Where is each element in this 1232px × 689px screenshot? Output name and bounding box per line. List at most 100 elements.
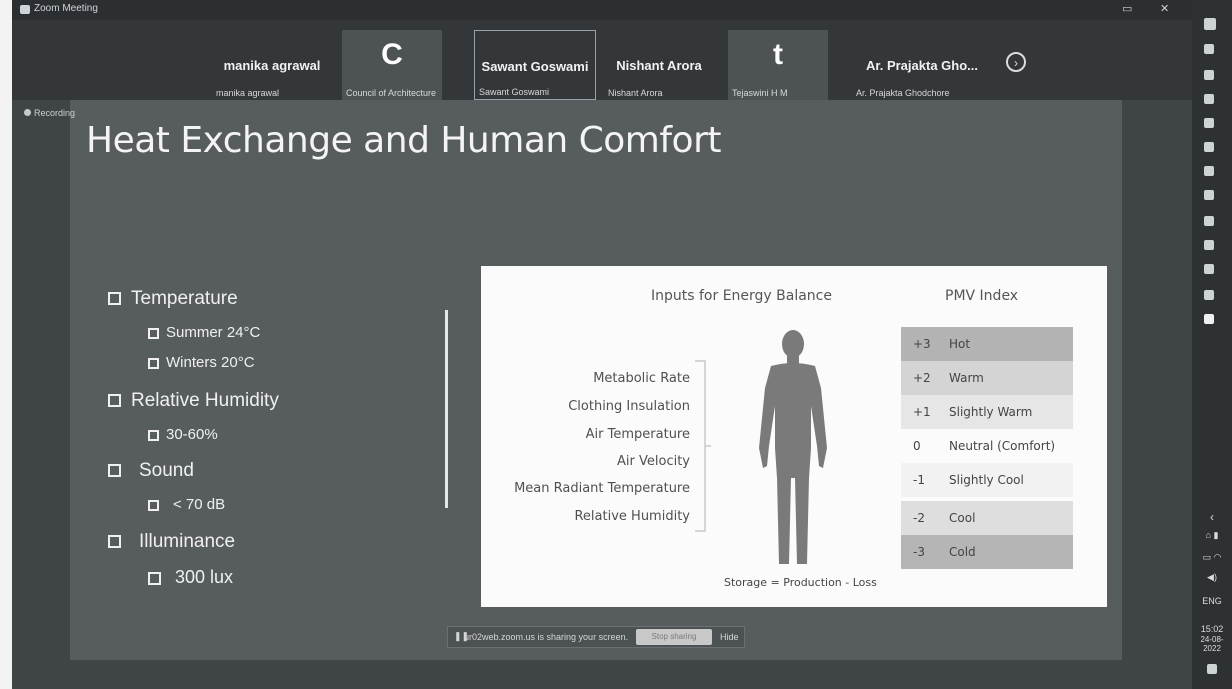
windows-taskbar: ‹ ⌂ ▮ ▭ ◠ ◀) ENG 15:02 24-08-2022 xyxy=(1192,0,1232,689)
input-item: Air Temperature xyxy=(585,427,690,442)
taskbar-app-icon[interactable] xyxy=(1204,190,1214,200)
next-participants-icon[interactable]: › xyxy=(1006,52,1026,72)
pmv-label: Slightly Cool xyxy=(949,473,1024,487)
taskbar-app-icon[interactable] xyxy=(1204,70,1214,80)
participant-name: Sawant Goswami xyxy=(481,59,589,74)
bullet-text: 30-60% xyxy=(166,426,218,443)
taskbar-app-icon[interactable] xyxy=(1204,216,1214,226)
taskbar-app-icon[interactable] xyxy=(1204,290,1214,300)
input-item: Mean Radiant Temperature xyxy=(514,481,690,496)
taskbar-app-icon[interactable] xyxy=(1204,166,1214,176)
pmv-value: -3 xyxy=(913,545,925,559)
clock-time[interactable]: 15:02 xyxy=(1192,624,1232,634)
screen-share-bar: ❚❚ ur02web.zoom.us is sharing your scree… xyxy=(447,626,745,648)
bullet-text: Relative Humidity xyxy=(131,390,279,411)
participant-tile[interactable]: Nishant Arora Nishant Arora xyxy=(604,30,714,100)
pmv-row: -3 Cold xyxy=(901,535,1073,569)
tray-chevron-icon[interactable]: ‹ xyxy=(1192,510,1232,524)
checkbox-bullet-icon xyxy=(108,464,121,478)
participant-tile[interactable]: Ar. Prajakta Gho... Ar. Prajakta Ghodcho… xyxy=(852,30,992,100)
slide-title: Heat Exchange and Human Comfort xyxy=(86,120,721,161)
pmv-row: +3 Hot xyxy=(901,327,1073,361)
record-dot-icon xyxy=(24,109,31,116)
pmv-value: +3 xyxy=(913,337,931,351)
panel-title: Inputs for Energy Balance xyxy=(651,288,832,304)
taskbar-app-icon[interactable] xyxy=(1204,142,1214,152)
sub-bullet-item: 30-60% xyxy=(148,426,218,443)
pmv-label: Warm xyxy=(949,371,984,385)
taskbar-app-icon[interactable] xyxy=(1204,94,1214,104)
taskbar-app-icon[interactable] xyxy=(1204,240,1214,250)
participant-name: manika agrawal xyxy=(223,58,321,73)
checkbox-bullet-icon xyxy=(148,429,159,441)
bullet-text: 300 lux xyxy=(175,567,234,587)
participant-strip: manika agrawal manika agrawal C Council … xyxy=(12,20,1192,100)
participant-label: Nishant Arora xyxy=(608,88,663,98)
hide-button[interactable]: Hide xyxy=(720,632,739,642)
title-bar: Zoom Meeting ▭ ✕ xyxy=(12,0,1192,20)
participant-label: Ar. Prajakta Ghodchore xyxy=(856,88,950,98)
participant-tile[interactable]: manika agrawal manika agrawal xyxy=(212,30,332,100)
pmv-row: -2 Cool xyxy=(901,501,1073,535)
bullet-text: Summer 24°C xyxy=(166,324,261,341)
volume-icon[interactable]: ◀) xyxy=(1192,572,1232,583)
checkbox-bullet-icon xyxy=(148,571,161,585)
checkbox-bullet-icon xyxy=(108,292,121,306)
input-item: Air Velocity xyxy=(617,454,690,469)
slide-divider xyxy=(445,310,448,508)
stop-sharing-button[interactable]: Stop sharing xyxy=(636,629,712,645)
participant-tile[interactable]: t Tejaswini H M xyxy=(728,30,828,100)
human-figure-icon xyxy=(759,330,827,564)
bullet-item: Sound xyxy=(108,460,194,482)
pmv-value: +2 xyxy=(913,371,931,385)
start-icon[interactable] xyxy=(1204,18,1216,30)
network-icon[interactable]: ▭ ◠ xyxy=(1192,552,1232,563)
input-item: Clothing Insulation xyxy=(568,399,690,414)
sub-bullet-item: Summer 24°C xyxy=(148,324,260,341)
bullet-item: Illuminance xyxy=(108,531,235,553)
pmv-value: -1 xyxy=(913,473,925,487)
checkbox-bullet-icon xyxy=(108,535,121,549)
pmv-row: -1 Slightly Cool xyxy=(901,463,1073,497)
participant-label: Tejaswini H M xyxy=(732,88,788,98)
close-button[interactable]: ✕ xyxy=(1160,2,1169,15)
energy-balance-panel: Inputs for Energy Balance PMV Index Meta… xyxy=(481,266,1107,607)
pmv-label: Slightly Warm xyxy=(949,405,1033,419)
pmv-value: -2 xyxy=(913,511,925,525)
participant-tile-active-speaker[interactable]: Sawant Goswami Sawant Goswami xyxy=(474,30,596,100)
checkbox-bullet-icon xyxy=(108,394,121,408)
pmv-label: Cold xyxy=(949,545,976,559)
bullet-text: < 70 dB xyxy=(173,496,226,513)
checkbox-bullet-icon xyxy=(148,327,159,339)
recording-label: Recording xyxy=(34,108,76,118)
bullet-text: Temperature xyxy=(131,288,238,309)
participant-tile[interactable]: C Council of Architecture xyxy=(342,30,442,100)
window-title: Zoom Meeting xyxy=(34,3,98,14)
clock-date[interactable]: 24-08-2022 xyxy=(1192,635,1232,653)
taskbar-app-icon[interactable] xyxy=(1204,118,1214,128)
restore-button[interactable]: ▭ xyxy=(1122,2,1132,15)
tray-icons[interactable]: ⌂ ▮ xyxy=(1192,530,1232,541)
storage-equation: Storage = Production - Loss xyxy=(724,576,877,589)
notification-icon[interactable] xyxy=(1207,664,1217,674)
zoom-taskbar-icon[interactable] xyxy=(1204,314,1214,324)
taskbar-app-icon[interactable] xyxy=(1204,44,1214,54)
bullet-item: Relative Humidity xyxy=(108,390,279,412)
participant-name: Nishant Arora xyxy=(616,58,702,73)
language-indicator[interactable]: ENG xyxy=(1192,596,1232,606)
participant-avatar-letter: t xyxy=(773,38,783,71)
pmv-value: +1 xyxy=(913,405,931,419)
participant-label: manika agrawal xyxy=(216,88,280,98)
participant-name: Ar. Prajakta Gho... xyxy=(866,58,978,73)
participant-label: Council of Architecture xyxy=(346,88,437,98)
zoom-app-icon xyxy=(20,5,30,14)
bullet-text: Winters 20°C xyxy=(166,354,255,371)
pmv-value: 0 xyxy=(913,439,921,453)
bullet-text: Illuminance xyxy=(139,531,236,552)
participant-avatar-letter: C xyxy=(381,38,403,71)
pmv-label: Neutral (Comfort) xyxy=(949,439,1056,453)
pmv-title: PMV Index xyxy=(945,288,1019,304)
bullet-item: Temperature xyxy=(108,288,238,310)
input-bracket xyxy=(695,360,711,532)
taskbar-app-icon[interactable] xyxy=(1204,264,1214,274)
